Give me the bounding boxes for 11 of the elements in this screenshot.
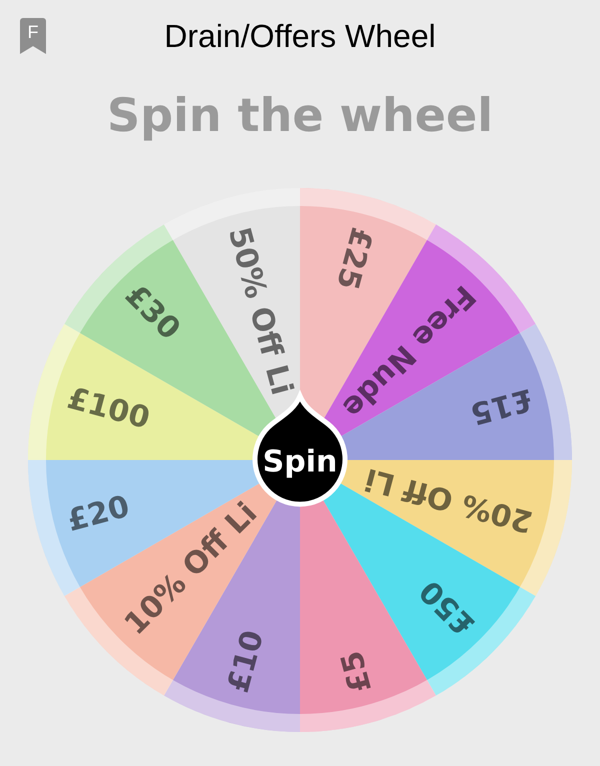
segment-label: £15 [466, 380, 536, 431]
segment-label: 20% Off Li [361, 460, 536, 540]
segment-label: £50 [413, 573, 482, 642]
segment-label: £30 [118, 278, 187, 347]
heading: Spin the wheel [106, 87, 494, 144]
window-title: Drain/Offers Wheel [163, 18, 437, 54]
segment-label: £20 [64, 489, 134, 540]
segment-label: £25 [329, 224, 380, 294]
segment-label: £5 [334, 646, 380, 696]
segment-label: £10 [220, 626, 271, 696]
segment-label: £100 [64, 380, 154, 436]
